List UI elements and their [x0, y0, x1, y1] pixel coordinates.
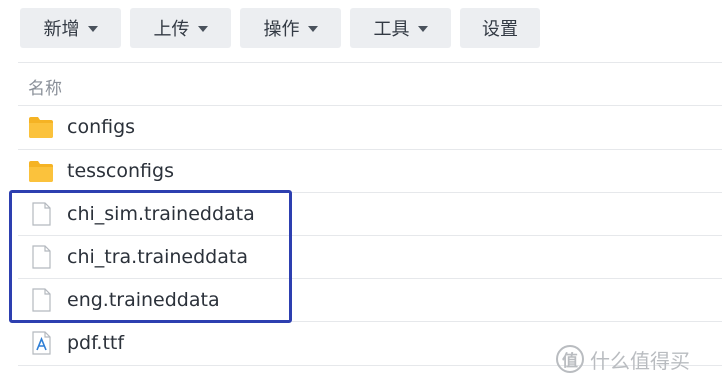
- create-button-label: 新增: [43, 19, 80, 40]
- chevron-down-icon: [197, 26, 208, 32]
- folder-icon: [28, 115, 54, 139]
- chevron-down-icon: [417, 26, 428, 32]
- create-button[interactable]: 新增: [20, 8, 121, 48]
- upload-button-label: 上传: [153, 19, 190, 40]
- watermark: 值 什么值得买: [556, 344, 690, 374]
- toolbar: 新增 上传 操作 工具 设置: [0, 0, 722, 62]
- list-item-label: pdf.ttf: [67, 332, 125, 354]
- list-item-configs[interactable]: configs: [18, 106, 722, 149]
- action-button[interactable]: 操作: [240, 8, 341, 48]
- watermark-logo-icon: 值: [556, 345, 584, 373]
- list-item-tessconfigs[interactable]: tessconfigs: [18, 150, 722, 193]
- settings-button[interactable]: 设置: [460, 8, 540, 48]
- selection-highlight-box: [9, 190, 292, 323]
- column-header-name[interactable]: 名称: [28, 74, 62, 99]
- tools-button-label: 工具: [373, 19, 410, 40]
- watermark-text: 什么值得买: [590, 348, 690, 373]
- action-button-label: 操作: [263, 19, 300, 40]
- divider: [18, 62, 722, 63]
- tools-button[interactable]: 工具: [350, 8, 451, 48]
- settings-button-label: 设置: [482, 19, 518, 40]
- list-item-label: tessconfigs: [67, 160, 174, 182]
- chevron-down-icon: [87, 26, 98, 32]
- font-file-icon: [28, 331, 54, 355]
- chevron-down-icon: [307, 26, 318, 32]
- folder-icon: [28, 159, 54, 183]
- list-item-label: configs: [67, 116, 136, 138]
- upload-button[interactable]: 上传: [130, 8, 231, 48]
